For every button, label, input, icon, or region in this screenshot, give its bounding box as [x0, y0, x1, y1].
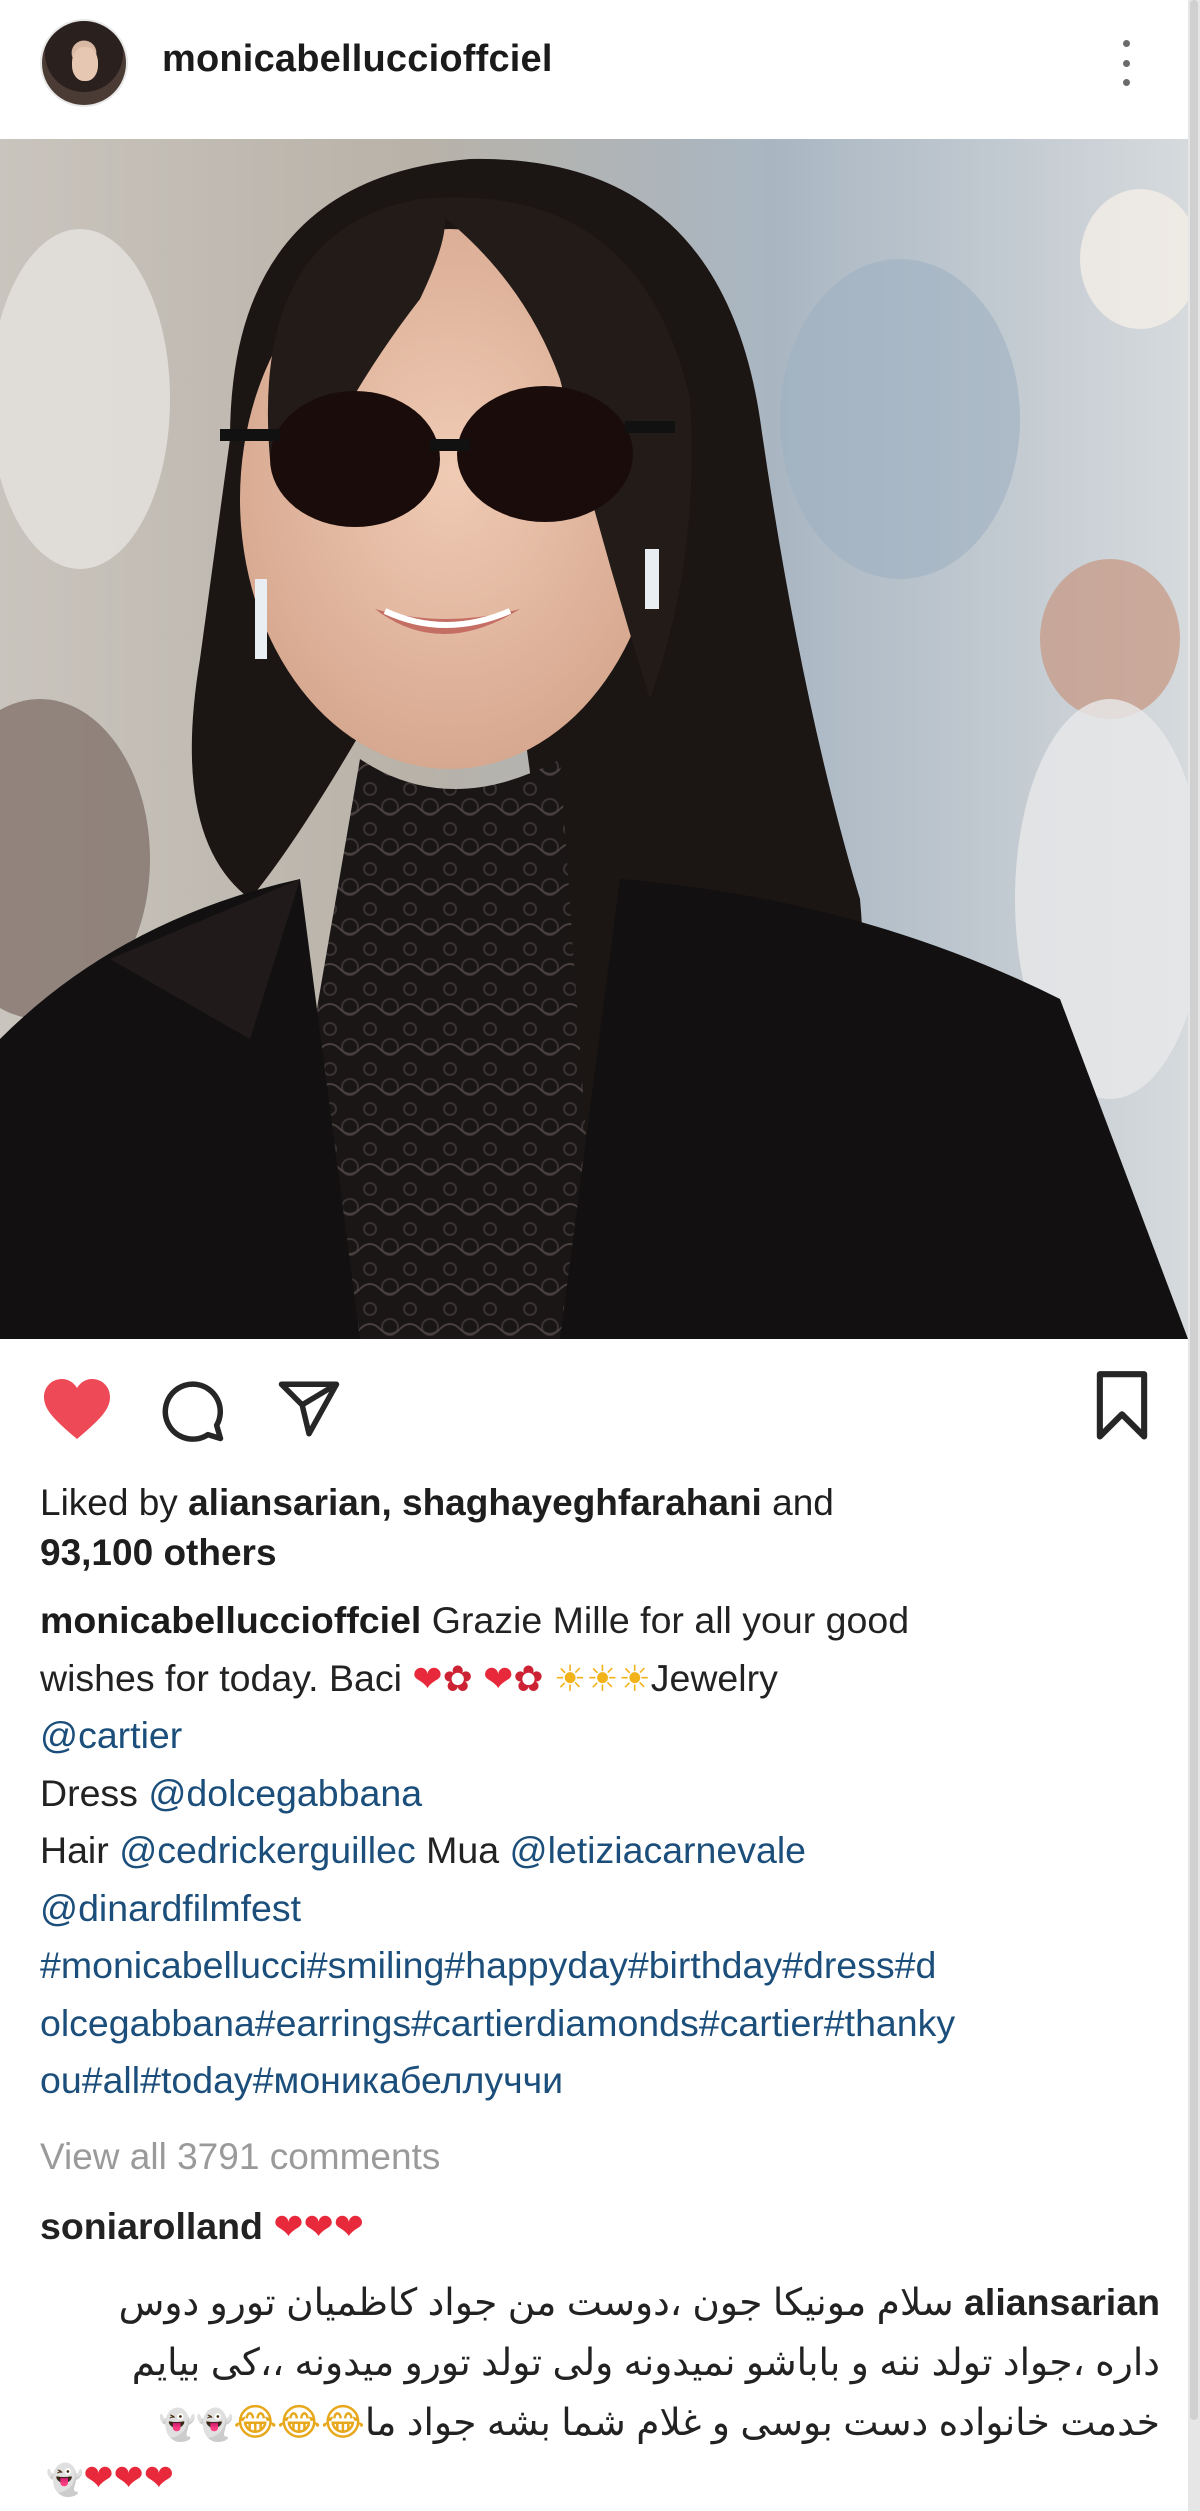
scrollbar[interactable] [1188, 0, 1200, 2511]
liker-username[interactable]: aliansarian [188, 1482, 381, 1523]
caption-text: Mua [415, 1829, 510, 1871]
post-header: monicabelluccioffciel [0, 0, 1188, 138]
hashtag-link[interactable]: olcegabbana#earrings#cartierdiamonds#car… [40, 1995, 1165, 2053]
laughing-emoji-icon: 😂😂😂 [233, 2401, 365, 2443]
caption-text: Dress [40, 1771, 149, 1814]
likes-summary[interactable]: Liked by aliansarian, shaghayeghfarahani… [40, 1478, 1160, 1578]
save-button[interactable] [1094, 1370, 1150, 1447]
mention-link[interactable]: @dinardfilmfest [40, 1880, 1165, 1938]
heart-icon [44, 1379, 110, 1439]
mention-link[interactable]: @cedrickerguillec [119, 1829, 416, 1871]
comment: aliansarian سلام مونیکا جون ،دوست من جوا… [40, 2272, 1160, 2456]
post-caption: monicabelluccioffciel Grazie Mille for a… [40, 1592, 1165, 2110]
comment-text: داره ،جواد تولد ننه و باباشو نمیدونه ولی… [131, 2341, 1160, 2383]
rose-emoji-icon: ✿ [442, 1657, 473, 1699]
caption-username[interactable]: monicabelluccioffciel [40, 1599, 421, 1641]
caption-line: monicabelluccioffciel Grazie Mille for a… [40, 1592, 1165, 1650]
caption-line: wishes for today. Baci ❤✿ ❤✿ ☀☀☀Jewelry [40, 1650, 1165, 1708]
likes-count[interactable]: 93,100 others [40, 1532, 277, 1573]
heart-emoji-icon: ❤ [483, 1657, 514, 1699]
liker-username[interactable]: shaghayeghfarahani [402, 1482, 762, 1523]
caption-line: Hair @cedrickerguillec Mua @letiziacarne… [40, 1822, 1165, 1880]
mention-link[interactable]: @letiziacarnevale [510, 1829, 807, 1871]
caption-text: Hair [40, 1829, 120, 1871]
hashtag-link[interactable]: ou#all#today#моникабеллуччи [40, 2052, 1165, 2110]
bookmark-icon [1096, 1371, 1148, 1440]
ghost-emoji-icon: 👻 [46, 2464, 84, 2497]
caption-line: Dress @dolcegabbana [40, 1765, 1165, 1823]
caption-text: wishes for today. Baci [40, 1656, 413, 1699]
comment-line: aliansarian سلام مونیکا جون ،دوست من جوا… [40, 2272, 1160, 2332]
comment-text: سلام مونیکا جون ،دوست من جواد کاظمیان تو… [118, 2281, 954, 2323]
sun-emoji-icon: ☀☀☀ [553, 1657, 651, 1699]
caption-text: Jewelry [650, 1656, 778, 1699]
instagram-post: monicabelluccioffciel Liked by aliansari… [0, 0, 1188, 2511]
hashtag-link[interactable]: #monicabellucci#smiling#happyday#birthda… [40, 1937, 1165, 1995]
view-all-comments-link[interactable]: View all 3791 comments [40, 2136, 440, 2178]
post-username[interactable]: monicabelluccioffciel [162, 38, 553, 81]
like-button[interactable] [40, 1376, 114, 1447]
post-photo[interactable] [0, 139, 1188, 1339]
caption-text: Grazie Mille for all your good [421, 1599, 910, 1641]
action-bar [0, 1340, 1188, 1480]
heart-emoji-icon: ❤❤❤ [273, 2206, 364, 2247]
mention-link[interactable]: @dolcegabbana [148, 1772, 422, 1814]
more-options-button[interactable] [1108, 30, 1144, 96]
comment: soniarolland ❤❤❤ [40, 2198, 1165, 2255]
heart-emoji-icon: ❤ [412, 1657, 443, 1699]
more-dot [1122, 79, 1130, 86]
likes-and: and [761, 1482, 834, 1523]
likes-separator: , [381, 1482, 402, 1523]
comment-text: خدمت خانواده دست بوسی و غلام شما بشه جوا… [364, 2401, 1160, 2443]
comment-username[interactable]: aliansarian [964, 2281, 1160, 2323]
avatar[interactable] [40, 19, 128, 107]
scrollbar-thumb[interactable] [1190, 0, 1198, 2420]
comment-line: 👻❤❤❤ [46, 2452, 1171, 2506]
heart-emoji-icon: ❤❤❤ [83, 2457, 174, 2498]
more-dot [1122, 59, 1130, 67]
rose-emoji-icon: ✿ [513, 1657, 544, 1699]
ghost-emoji-icon: 👻👻 [158, 2409, 234, 2442]
more-vertical-icon [1122, 40, 1130, 47]
comment-line: خدمت خانواده دست بوسی و غلام شما بشه جوا… [40, 2392, 1160, 2456]
comment-icon [162, 1381, 224, 1442]
portrait-image [0, 139, 1188, 1339]
share-button[interactable] [274, 1376, 344, 1447]
mention-link[interactable]: @cartier [40, 1707, 1165, 1765]
comment-username[interactable]: soniarolland [40, 2205, 263, 2247]
send-icon [278, 1381, 340, 1437]
likes-prefix: Liked by [40, 1482, 189, 1523]
comment-button[interactable] [160, 1378, 226, 1449]
